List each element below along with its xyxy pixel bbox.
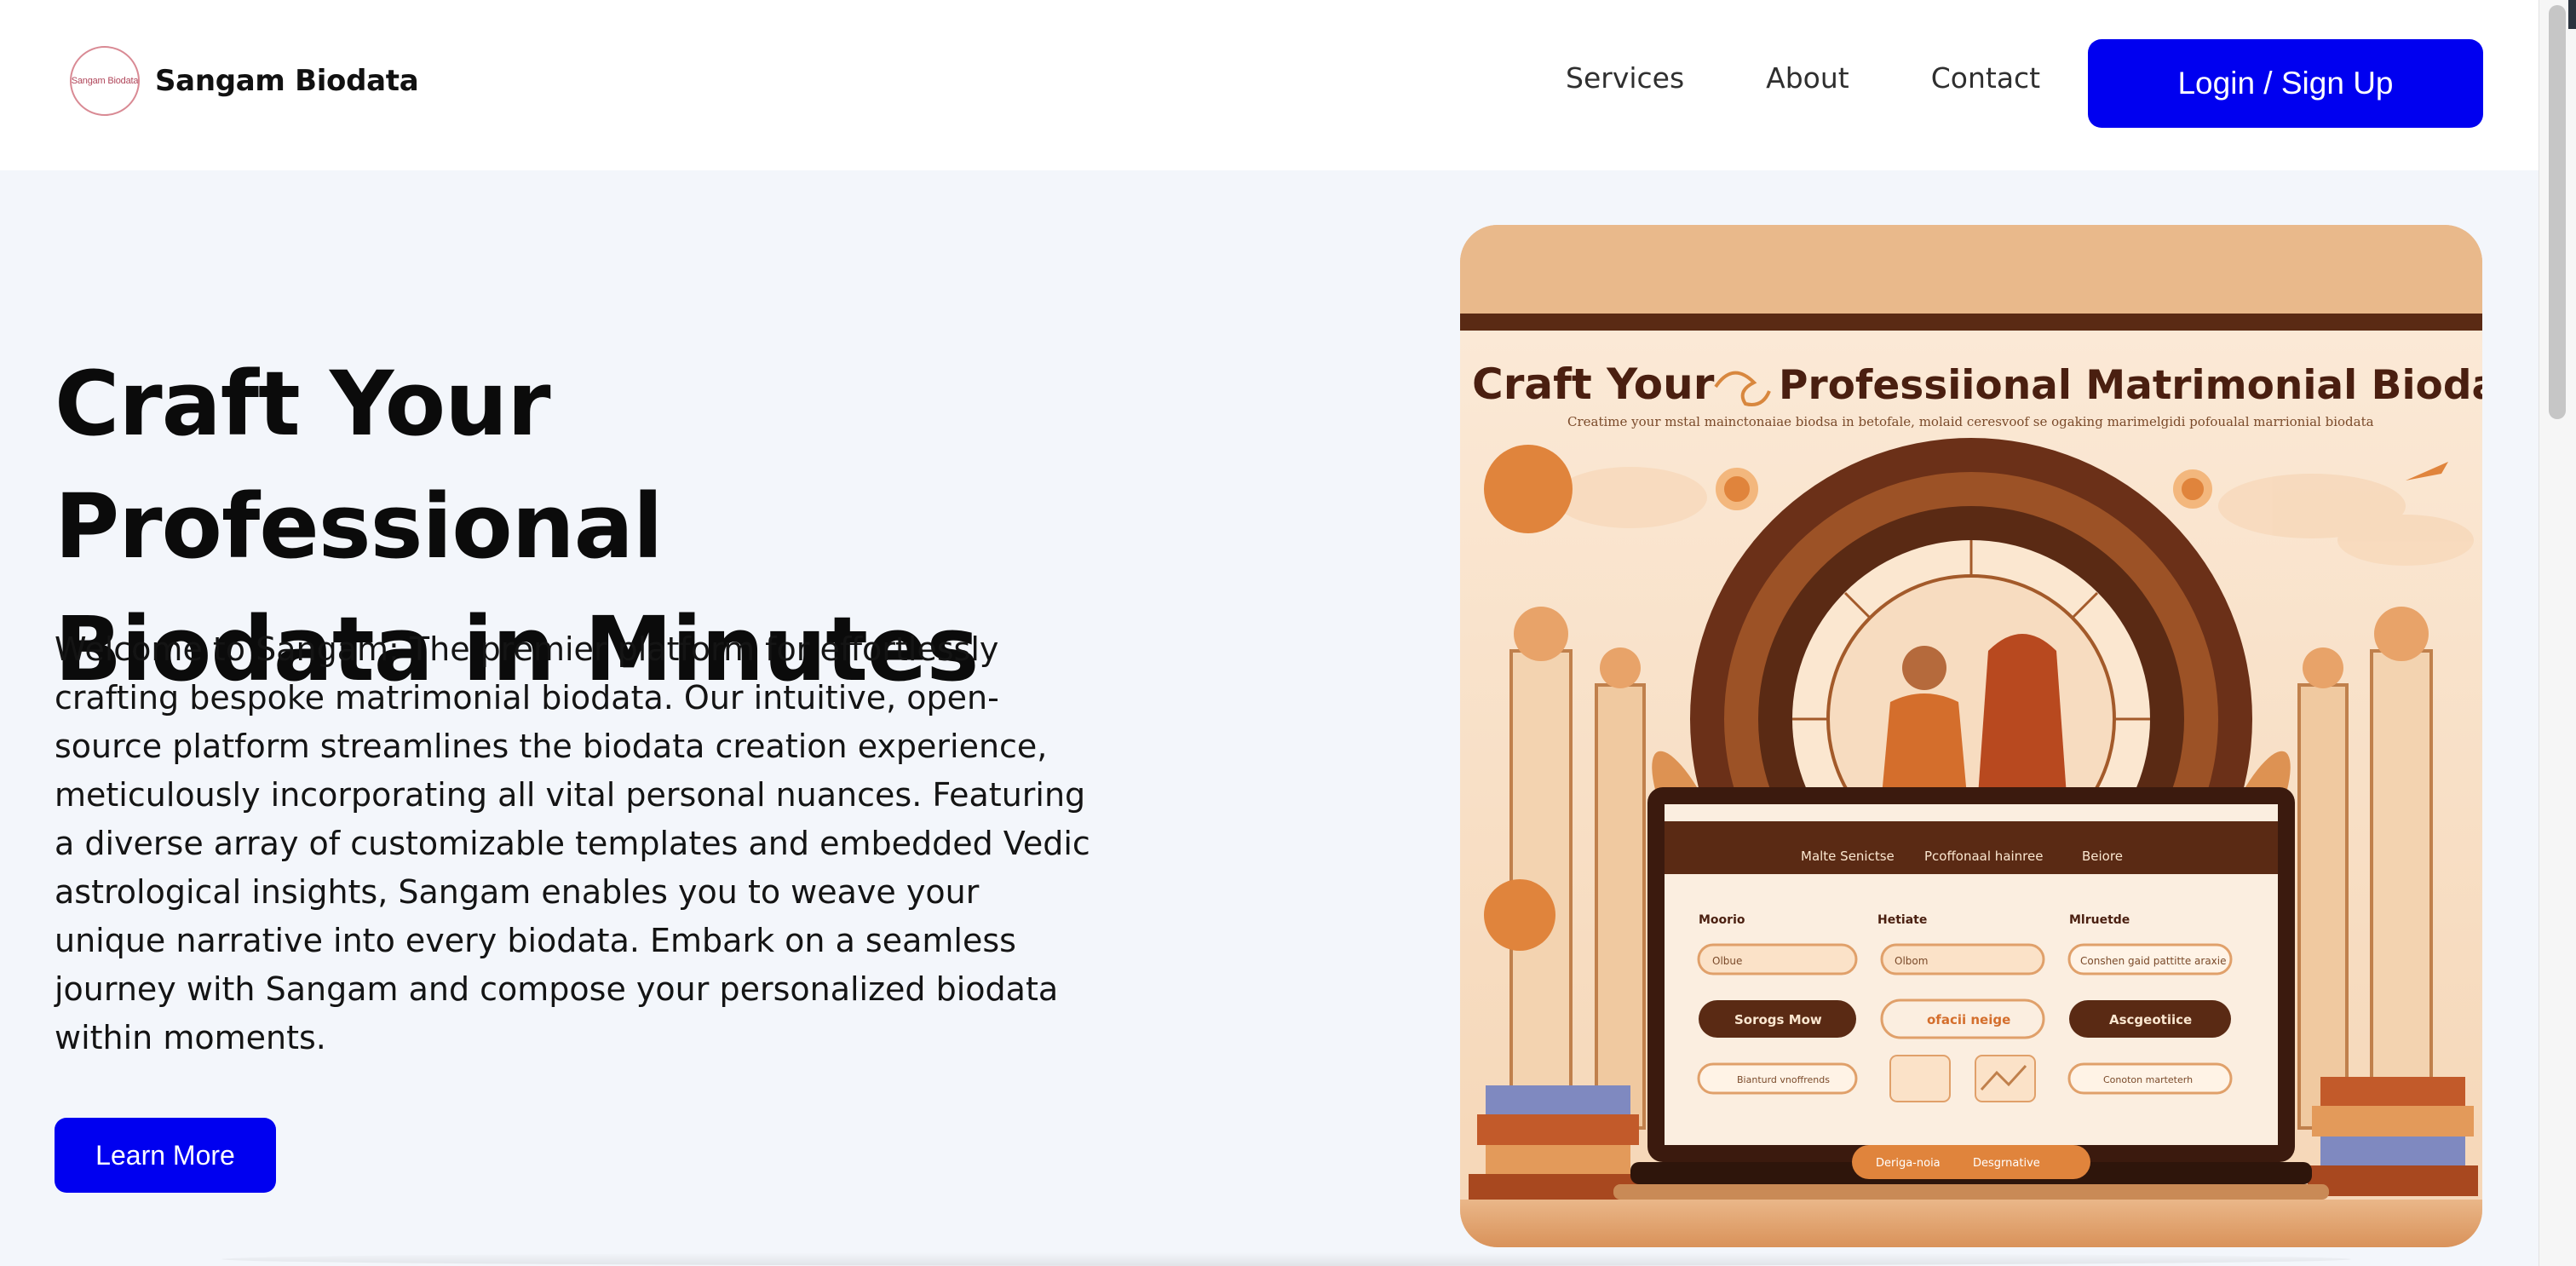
nav-link-about[interactable]: About: [1766, 61, 1849, 95]
laptop-footer-label-1: Deriga-noia: [1876, 1157, 1941, 1170]
illustration-heading-left: Craft Your: [1472, 360, 1715, 409]
top-band: [1460, 225, 2482, 314]
illustration-subheading: Creatime your mstal mainctonaiae biodsa …: [1567, 414, 2374, 429]
nav-link-services[interactable]: Services: [1566, 61, 1684, 95]
laptop-tab-2: Pcoffonaal hainree: [1924, 849, 2043, 864]
illustration-heading-right: Professiional Matrimonial Biodata: [1779, 362, 2482, 409]
laptop-field-label-2: Hetiate: [1877, 913, 1927, 927]
illustration-floor: [1460, 1200, 2482, 1247]
laptop-tab-1: Malte Senictse: [1801, 849, 1895, 864]
scrollbar-thumb[interactable]: [2549, 5, 2566, 419]
sun-small-right-icon: [2173, 469, 2212, 509]
laptop-footer-label-2: Desgrnative: [1973, 1157, 2040, 1170]
illustration-svg: Craft Your Professiional Matrimonial Bio…: [1460, 225, 2482, 1247]
brand[interactable]: Sangam Biodata Sangam Biodata: [70, 46, 419, 116]
section-shadow: [221, 1252, 2351, 1266]
laptop-field-label-1: Moorio: [1699, 913, 1745, 927]
laptop-bottom-label-1: Bianturd vnoffrends: [1737, 1074, 1830, 1085]
brand-logo[interactable]: Sangam Biodata: [70, 46, 140, 116]
sun-small-icon: [1716, 468, 1758, 510]
laptop-input-value-3: Conshen gaid pattitte araxie: [2080, 955, 2227, 967]
login-signup-button[interactable]: Login / Sign Up: [2088, 39, 2483, 128]
scrollbar-edge: [2568, 0, 2576, 29]
nav-link-contact[interactable]: Contact: [1931, 61, 2040, 95]
laptop-input-value-2: Olbom: [1895, 955, 1928, 967]
nav-links: Services About Contact: [1566, 61, 2040, 95]
page: Sangam Biodata Sangam Biodata Services A…: [0, 0, 2576, 1266]
books-right: [2308, 1077, 2478, 1196]
brand-logo-text: Sangam Biodata: [71, 76, 139, 86]
laptop-input-value-1: Olbue: [1712, 955, 1742, 967]
laptop-button-label-2: ofacii neige: [1927, 1012, 2010, 1027]
laptop-button-label-1: Sorogs Mow: [1734, 1012, 1822, 1027]
top-strip: [1460, 314, 2482, 331]
laptop-bottom-label-2: Conoton marteterh: [2103, 1074, 2193, 1085]
hero-title-line-1: Craft Your Professional: [55, 352, 664, 578]
sun-icon: [1484, 445, 1573, 533]
laptop-button-labels: Sorogs Mow ofacii neige Ascgeotiice: [1734, 1012, 2192, 1027]
laptop-field-label-3: Mlruetde: [2069, 913, 2130, 927]
laptop-tab-3: Beiore: [2082, 849, 2123, 864]
hero-description: Welcome to Sangam: The premier platform …: [55, 630, 1090, 1056]
brand-name[interactable]: Sangam Biodata: [155, 64, 419, 98]
laptop-button-label-3: Ascgeotiice: [2109, 1012, 2192, 1027]
learn-more-button[interactable]: Learn More: [55, 1118, 276, 1193]
hero-illustration: Craft Your Professiional Matrimonial Bio…: [1460, 225, 2482, 1247]
navbar: Sangam Biodata Sangam Biodata Services A…: [0, 0, 2539, 170]
scrollbar[interactable]: [2539, 0, 2576, 1266]
